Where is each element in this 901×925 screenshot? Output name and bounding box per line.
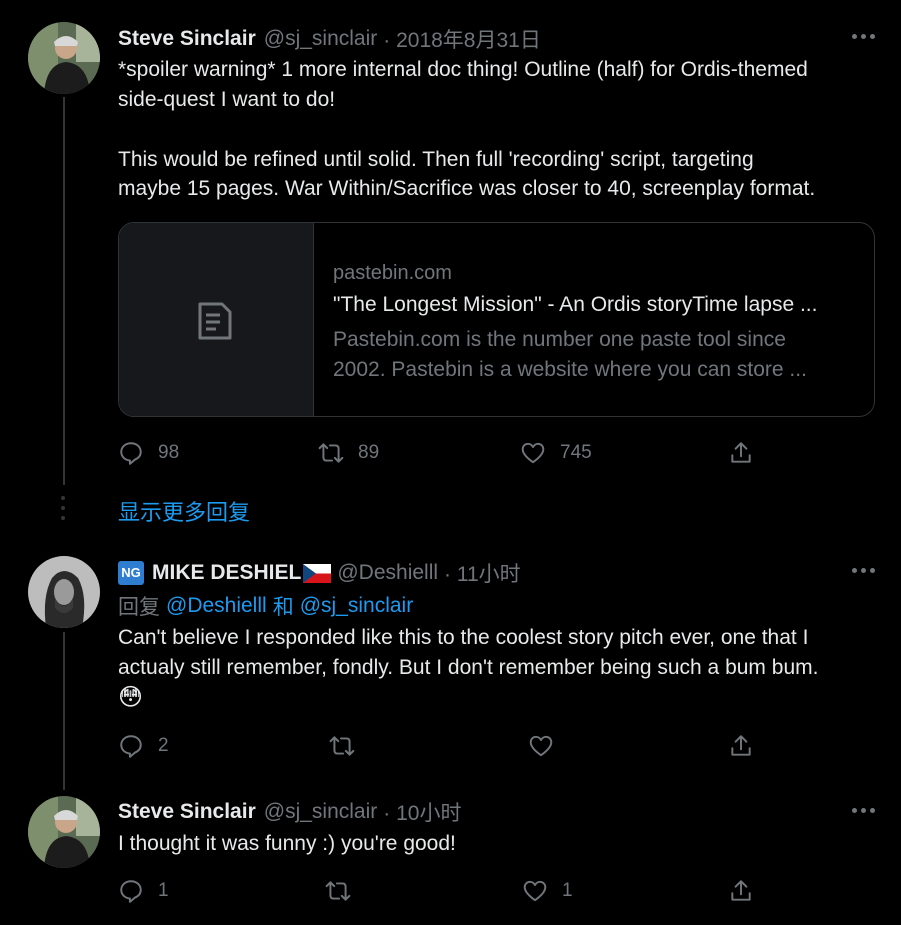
- tweet-header: Steve Sinclair @sj_sinclair · 2018年8月31日: [118, 24, 541, 54]
- replying-to: 回复 @Deshielll 和 @sj_sinclair: [118, 591, 413, 621]
- retweet-icon: [318, 443, 344, 463]
- reply-icon: [120, 880, 142, 903]
- tweet-text-line: Can't believe I responded like this to t…: [118, 626, 809, 649]
- card-description-line: 2002. Pastebin is a website where you ca…: [333, 358, 807, 381]
- reply-icon: [120, 735, 142, 758]
- thread-line: [63, 97, 65, 485]
- heart-icon: [523, 880, 547, 902]
- share-button[interactable]: [728, 440, 754, 466]
- timestamp[interactable]: · 10小时: [383, 797, 461, 827]
- retweet-button[interactable]: [329, 733, 355, 759]
- card-thumbnail: [119, 223, 314, 416]
- avatar[interactable]: [28, 22, 100, 94]
- mention-link[interactable]: @sj_sinclair: [300, 594, 414, 618]
- retweet-button[interactable]: [325, 878, 351, 904]
- tweet-text-line: This would be refined until solid. Then …: [118, 148, 754, 171]
- author-name[interactable]: MIKE DESHIEL: [152, 561, 301, 585]
- share-icon: [731, 880, 751, 901]
- author-handle[interactable]: @Deshielll: [337, 561, 438, 585]
- reply-button[interactable]: 2: [118, 733, 169, 759]
- more-options-icon[interactable]: [852, 34, 875, 39]
- thread-gap-dots: [61, 496, 67, 520]
- timestamp[interactable]: · 11小时: [444, 558, 521, 588]
- card-domain: pastebin.com: [333, 262, 452, 284]
- reply-icon: [120, 442, 142, 465]
- retweet-icon: [329, 736, 355, 756]
- tweet-text-line: side-quest I want to do!: [118, 88, 336, 111]
- link-card[interactable]: pastebin.com "The Longest Mission" - An …: [118, 222, 875, 417]
- reply-count: 2: [158, 735, 169, 756]
- document-icon: [198, 302, 232, 340]
- author-name[interactable]: Steve Sinclair: [118, 27, 256, 51]
- tweet-text-line: I thought it was funny :) you're good!: [118, 832, 456, 855]
- author-handle[interactable]: @sj_sinclair: [264, 800, 378, 824]
- ng-badge-icon: NG: [118, 561, 144, 585]
- reply-button[interactable]: 1: [118, 878, 169, 904]
- share-button[interactable]: [728, 733, 754, 759]
- tweet-text-line: maybe 15 pages. War Within/Sacrifice was…: [118, 177, 816, 200]
- timestamp[interactable]: · 2018年8月31日: [383, 24, 541, 54]
- reply-count: 98: [158, 442, 180, 463]
- like-count: 1: [562, 880, 573, 901]
- tweet-text-line: actualy still remember, fondly. But I do…: [118, 656, 819, 679]
- more-options-icon[interactable]: [852, 568, 875, 573]
- mention-link[interactable]: @Deshielll: [166, 594, 267, 618]
- author-handle[interactable]: @sj_sinclair: [264, 27, 378, 51]
- reply-count: 1: [158, 880, 169, 901]
- tweet-text-line: *spoiler warning* 1 more internal doc th…: [118, 58, 808, 81]
- share-icon: [731, 735, 751, 756]
- retweet-count: 89: [358, 442, 380, 463]
- share-icon: [731, 442, 751, 463]
- replying-to-label: 回复: [118, 596, 160, 619]
- heart-icon: [521, 442, 545, 464]
- like-button[interactable]: 1: [522, 878, 573, 904]
- tweet-header: NG MIKE DESHIEL @Deshielll · 11小时: [118, 558, 521, 588]
- card-title: "The Longest Mission" - An Ordis storyTi…: [333, 293, 818, 316]
- share-button[interactable]: [728, 878, 754, 904]
- show-more-replies-link[interactable]: 显示更多回复: [118, 495, 250, 527]
- tweet-header: Steve Sinclair @sj_sinclair · 10小时: [118, 797, 461, 827]
- avatar[interactable]: [28, 556, 100, 628]
- thread-line: [63, 632, 65, 790]
- avatar[interactable]: [28, 796, 100, 868]
- retweet-button[interactable]: 89: [318, 440, 379, 466]
- retweet-icon: [325, 881, 351, 901]
- like-count: 745: [560, 442, 592, 463]
- reply-button[interactable]: 98: [118, 440, 179, 466]
- heart-icon: [529, 735, 553, 757]
- like-button[interactable]: 745: [520, 440, 592, 466]
- more-options-icon[interactable]: [852, 808, 875, 813]
- replying-to-and: 和: [272, 596, 294, 619]
- like-button[interactable]: [528, 733, 554, 759]
- flushed-face-emoji: 😳: [118, 684, 144, 711]
- card-description: Pastebin.com is the number one paste too…: [333, 325, 853, 385]
- czech-flag-icon: [303, 563, 332, 583]
- card-description-line: Pastebin.com is the number one paste too…: [333, 328, 786, 351]
- author-name[interactable]: Steve Sinclair: [118, 800, 256, 824]
